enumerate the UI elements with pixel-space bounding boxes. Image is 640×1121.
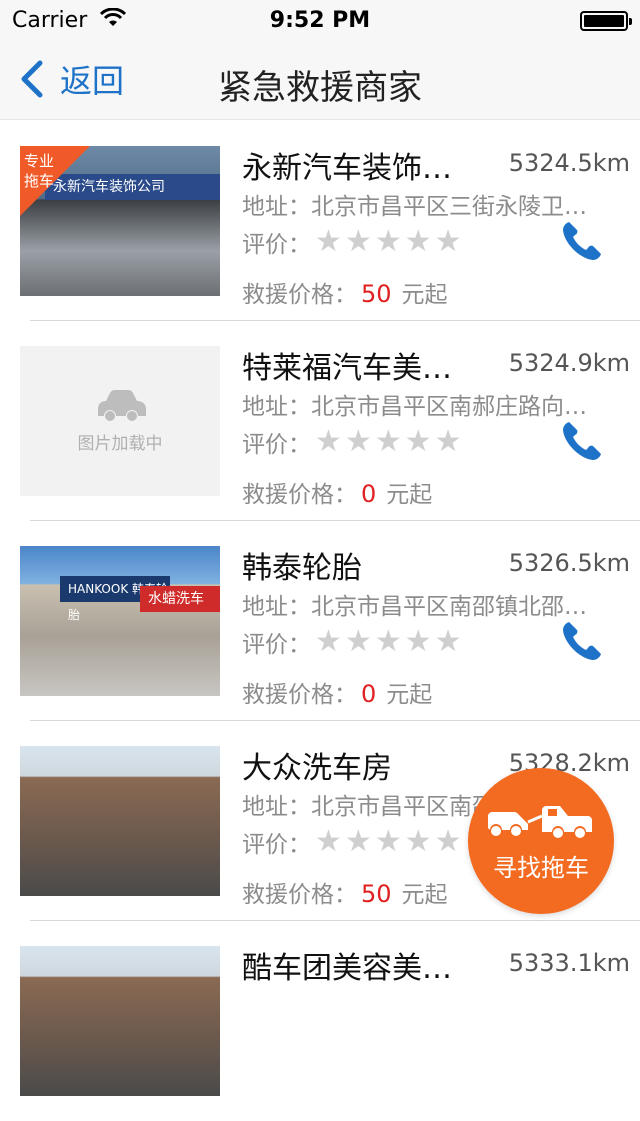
navigation-bar: 返回 紧急救援商家 [0,40,640,120]
address-prefix: 地址： [242,794,311,820]
find-tow-truck-label: 寻找拖车 [493,854,589,882]
rating-stars: ★ ★ ★ ★ ★ [315,227,465,257]
price-suffix: 元起 [386,482,433,508]
battery-icon [580,11,632,31]
phone-icon[interactable] [560,419,604,463]
price-prefix: 救援价格： [242,282,357,308]
star-icon: ★ [374,424,402,459]
address-value: 北京市昌平区三街永陵卫… [311,194,587,220]
merchant-address: 地址：北京市昌平区南邵镇北邵… [242,587,632,621]
merchant-photo: HANKOOK 韩泰轮胎 水蜡洗车 [20,546,220,696]
star-icon: ★ [434,824,462,859]
rating-prefix: 评价： [242,832,311,858]
merchant-rating: 评价： ★ ★ ★ ★ ★ [242,625,465,659]
list-item[interactable]: HANKOOK 韩泰轮胎 水蜡洗车 韩泰轮胎 5326.5km 地址：北京市昌平… [0,521,640,721]
star-icon: ★ [404,824,432,859]
address-value: 北京市昌平区南郝庄路向… [311,394,587,420]
rescue-price: 救援价格： 50 元起 [242,275,448,309]
merchant-photo: 永新汽车装饰公司 专业 拖车 [20,146,220,296]
price-suffix: 元起 [401,282,448,308]
merchant-address: 地址：北京市昌平区南郝庄路向… [242,387,632,421]
rescue-price: 救援价格： 0 元起 [242,475,432,509]
merchant-name: 大众洗车房 [242,751,392,786]
star-icon: ★ [344,224,372,259]
merchant-distance: 5324.5km [508,149,630,177]
star-icon: ★ [374,624,402,659]
list-item[interactable]: 永新汽车装饰公司 专业 拖车 永新汽车装饰… 5324.5km 地址：北京市昌平… [0,121,640,321]
merchant-name: 特莱福汽车美… [242,351,452,386]
rating-prefix: 评价： [242,632,311,658]
list-item[interactable]: 酷车团美容美… 5333.1km [0,921,640,1121]
star-icon: ★ [434,424,462,459]
star-icon: ★ [344,824,372,859]
star-icon: ★ [344,424,372,459]
rating-prefix: 评价： [242,232,311,258]
status-time: 9:52 PM [269,8,371,33]
list-item[interactable]: 图片加载中 特莱福汽车美… 5324.9km 地址：北京市昌平区南郝庄路向… 评… [0,321,640,521]
rating-stars: ★ ★ ★ ★ ★ [315,627,465,657]
price-amount: 0 [361,480,377,508]
star-icon: ★ [374,224,402,259]
price-amount: 50 [361,880,392,908]
price-prefix: 救援价格： [242,882,357,908]
price-prefix: 救援价格： [242,482,357,508]
price-prefix: 救援价格： [242,682,357,708]
star-icon: ★ [315,624,342,659]
loading-text: 图片加载中 [77,434,163,454]
address-prefix: 地址： [242,194,311,220]
rating-stars: ★ ★ ★ ★ ★ [315,427,465,457]
page-title: 紧急救援商家 [218,68,422,108]
star-icon: ★ [315,824,342,859]
merchant-rating: 评价： ★ ★ ★ ★ ★ [242,425,465,459]
rescue-price: 救援价格： 50 元起 [242,875,448,909]
merchant-name: 韩泰轮胎 [242,551,362,586]
price-amount: 50 [361,280,392,308]
merchant-distance: 5324.9km [508,349,630,377]
shop-sign-2: 水蜡洗车 [140,586,220,612]
star-icon: ★ [344,624,372,659]
merchant-photo [20,946,220,1096]
tow-badge-line2: 拖车 [24,172,55,190]
address-prefix: 地址： [242,394,311,420]
price-suffix: 元起 [401,882,448,908]
rating-prefix: 评价： [242,432,311,458]
rating-stars: ★ ★ ★ ★ ★ [315,827,465,857]
star-icon: ★ [404,624,432,659]
rescue-price: 救援价格： 0 元起 [242,675,432,709]
address-value: 北京市昌平区南邵镇北邵… [311,594,587,620]
phone-icon[interactable] [560,219,604,263]
phone-icon[interactable] [560,619,604,663]
merchant-rating: 评价： ★ ★ ★ ★ ★ [242,225,465,259]
merchant-distance: 5333.1km [508,949,630,977]
status-bar: Carrier 9:52 PM [0,0,640,40]
tow-badge-line1: 专业 [24,152,55,170]
price-amount: 0 [361,680,377,708]
merchant-name: 永新汽车装饰… [242,151,452,186]
merchant-address: 地址：北京市昌平区三街永陵卫… [242,187,632,221]
find-tow-truck-button[interactable]: 寻找拖车 [468,768,614,914]
address-prefix: 地址： [242,594,311,620]
star-icon: ★ [404,224,432,259]
car-icon [98,390,146,421]
star-icon: ★ [404,424,432,459]
tow-truck-icon [488,806,592,838]
star-icon: ★ [434,224,462,259]
merchant-photo [20,746,220,896]
merchant-name: 酷车团美容美… [242,951,452,986]
merchant-photo-placeholder: 图片加载中 [20,346,220,496]
tow-badge: 专业 拖车 [20,146,110,236]
star-icon: ★ [374,824,402,859]
star-icon: ★ [434,624,462,659]
price-suffix: 元起 [386,682,433,708]
merchant-distance: 5326.5km [508,549,630,577]
star-icon: ★ [315,424,342,459]
star-icon: ★ [315,224,342,259]
merchant-rating: 评价： ★ ★ ★ ★ ★ [242,825,465,859]
